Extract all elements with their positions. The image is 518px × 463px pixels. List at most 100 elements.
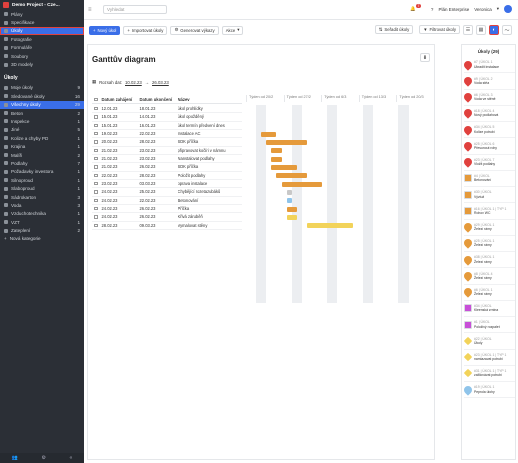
table-row[interactable]: 24.02.23 22.02.23 Betonování [92, 197, 242, 205]
task-panel-item[interactable]: #1 | ÚKOL Položivý rozpalet [464, 317, 515, 334]
table-row[interactable]: 24.02.23 26.02.23 Křivá záruběň [92, 213, 242, 222]
sidebar-item-5[interactable]: Soubory [0, 52, 84, 60]
gantt-view-icon[interactable]: ◐ [489, 25, 499, 35]
task-panel-item[interactable]: #6 | ÚKOL 1 Železí rámy [462, 285, 515, 301]
col-end[interactable]: Datum ukončení [140, 97, 178, 102]
task-category-6[interactable]: Kolize a chyby PD 1 [0, 134, 84, 142]
table-row[interactable]: 19.02.23 22.02.23 Instalace AC [92, 130, 242, 139]
task-category-13[interactable]: Sádrokarton 3 [0, 193, 84, 201]
calendar-view-icon[interactable]: ▦ [476, 25, 486, 35]
table-row[interactable]: 24.02.23 26.02.23 Příčka [92, 205, 242, 214]
user-name[interactable]: Veronica [474, 7, 492, 12]
task-panel-item[interactable]: #23 | ÚKOL 7 Vložit podlahy [462, 155, 515, 171]
task-category-17[interactable]: Zateplení 2 [0, 226, 84, 234]
row-checkbox[interactable] [94, 106, 98, 111]
task-panel-item[interactable]: #4 | ÚKOL Betonování [464, 171, 515, 187]
row-checkbox[interactable] [94, 173, 98, 178]
search-input[interactable]: Vyhledat [103, 5, 167, 14]
gantt-bar[interactable] [276, 173, 307, 179]
task-category-3[interactable]: Beton 2 [0, 109, 84, 117]
task-panel-item[interactable]: #16 | ÚKOL 1 | TYP 1 Rohov WC [464, 203, 515, 220]
row-checkbox[interactable] [94, 223, 98, 227]
row-checkbox[interactable] [94, 215, 98, 219]
download-icon[interactable]: ⬇ [420, 53, 430, 62]
import-tasks-button[interactable]: + Importovat úkoly [123, 25, 168, 35]
task-category-0[interactable]: Moje úkoly 9 [0, 84, 84, 92]
gantt-bar[interactable] [281, 181, 323, 187]
task-panel-item[interactable]: #30 | ÚKOL Výztuž [464, 187, 515, 204]
task-category-14[interactable]: Voda 3 [0, 201, 84, 209]
task-category-9[interactable]: Podlahy 7 [0, 159, 84, 167]
generate-reports-button[interactable]: ⚙ Generovat výkazy [170, 25, 219, 35]
table-row[interactable]: 23.02.23 03.03.23 oprava instalace [92, 180, 242, 189]
gantt-bar[interactable] [286, 190, 292, 195]
table-row[interactable]: 21.02.23 26.02.23 SDK příčka [92, 163, 242, 172]
table-row[interactable]: 21.02.23 23.02.23 Nanstalovat podlahy [92, 155, 242, 164]
plan-label[interactable]: Plán Enterprise [438, 7, 469, 12]
task-category-11[interactable]: Silnoproud 1 [0, 176, 84, 184]
task-panel-item[interactable]: #6 | ÚKOL 3 Voda ve stěně [462, 90, 515, 106]
task-panel-item[interactable]: #25 | ÚKOL 6 Přesunout rohy [462, 138, 515, 155]
range-from[interactable]: 10.02.23 [125, 80, 142, 85]
sidebar-item-0[interactable]: Plány [0, 10, 84, 18]
filter-tasks-button[interactable]: ▼ Filtrovat úkoly [419, 25, 460, 34]
task-category-16[interactable]: VZT 1 [0, 218, 84, 226]
table-row[interactable]: 22.02.23 28.02.23 Položit podlahy [92, 172, 242, 180]
sidebar-item-3[interactable]: Fotografie [0, 35, 84, 43]
gantt-bar[interactable] [261, 131, 277, 137]
task-category-7[interactable]: Krajina 1 [0, 142, 84, 150]
gantt-bar[interactable] [271, 148, 282, 154]
row-checkbox[interactable] [94, 131, 98, 136]
row-checkbox[interactable] [94, 198, 98, 203]
bell-icon[interactable]: 🔔 [410, 6, 416, 12]
gantt-bar[interactable] [286, 214, 297, 220]
chart-view-icon[interactable]: 〜 [502, 25, 512, 35]
chevron-down-icon[interactable]: ▾ [497, 6, 499, 12]
task-panel-item[interactable]: #34 | ÚKOL 5 Kolize potrubí [462, 122, 515, 139]
task-panel-item[interactable]: #9 | ÚKOL 2 Voda stěa [462, 73, 515, 90]
select-all-checkbox[interactable] [94, 97, 98, 102]
task-panel-item[interactable]: #31 | ÚKOL 1 | TYP 1 zaMovávat potrubí [463, 366, 515, 382]
sidebar-item-4[interactable]: Formuláře [0, 44, 84, 52]
table-row[interactable]: 12.01.23 18.01.23 úkol prohlídky [92, 105, 242, 114]
settings-gear-icon[interactable]: ⚙ [41, 455, 45, 461]
row-checkbox[interactable] [94, 123, 98, 128]
task-category-5[interactable]: Jiné 5 [0, 126, 84, 134]
row-checkbox[interactable] [94, 206, 98, 211]
new-task-button[interactable]: + Nový úkol [89, 25, 121, 35]
new-category-button[interactable]: + Nová kategorie [0, 235, 84, 243]
task-category-8[interactable]: Malíři 2 [0, 151, 84, 159]
avatar[interactable] [504, 5, 512, 13]
gantt-bar[interactable] [286, 206, 297, 212]
task-panel-item[interactable]: #25 | ÚKOL 1 Železí rámy [462, 236, 515, 252]
project-switcher[interactable]: Demo Project - Cze... [0, 0, 84, 10]
task-category-2[interactable]: Všechny úkoly 29 [0, 100, 84, 109]
task-panel-item[interactable]: #18 | ÚKOL 4 Nový podlahová [462, 106, 515, 122]
table-row[interactable]: 15.01.23 14.01.23 úkol opožděný [92, 113, 242, 122]
table-row[interactable]: 28.02.23 09.03.23 Vymalovat stěny [92, 222, 242, 230]
gantt-bar[interactable] [271, 156, 282, 162]
task-category-12[interactable]: Slaboproud 1 [0, 184, 84, 192]
row-checkbox[interactable] [94, 156, 98, 161]
task-category-4[interactable]: Inspekce 1 [0, 117, 84, 125]
row-checkbox[interactable] [94, 190, 98, 194]
sidebar-item-1[interactable]: Specifikace [0, 18, 84, 26]
row-checkbox[interactable] [94, 140, 98, 144]
actions-dropdown[interactable]: Akce ▾ [221, 25, 244, 35]
task-panel-item[interactable]: #23 | ÚKOL 1 | TYP 1 namiazavat potrubí [463, 350, 515, 366]
gantt-bar[interactable] [271, 165, 297, 170]
row-checkbox[interactable] [94, 148, 98, 153]
gantt-bar[interactable] [306, 223, 353, 229]
task-panel-item[interactable]: #34 | ÚKOL Kleenská zrnina [464, 301, 515, 317]
task-category-10[interactable]: Požadavky investora 1 [0, 168, 84, 176]
sidebar-item-2[interactable]: Úkoly [0, 26, 84, 36]
row-checkbox[interactable] [94, 165, 98, 169]
table-row[interactable]: 21.02.23 23.02.23 připravovat kočíri v nám… [92, 147, 242, 155]
help-icon[interactable]: ? [431, 7, 434, 12]
list-view-icon[interactable]: ☰ [463, 25, 473, 35]
task-panel-item[interactable]: #38 | ÚKOL 1 Železí rámy [462, 252, 515, 269]
col-start[interactable]: Datum zahájení [102, 97, 140, 102]
task-panel-item[interactable]: #22 | ÚKOL Úkoly [463, 333, 515, 350]
sidebar-item-6[interactable]: 3D modely [0, 60, 84, 68]
task-panel-item[interactable]: #7 | ÚKOL 1 Ukradit instalace [462, 57, 515, 74]
